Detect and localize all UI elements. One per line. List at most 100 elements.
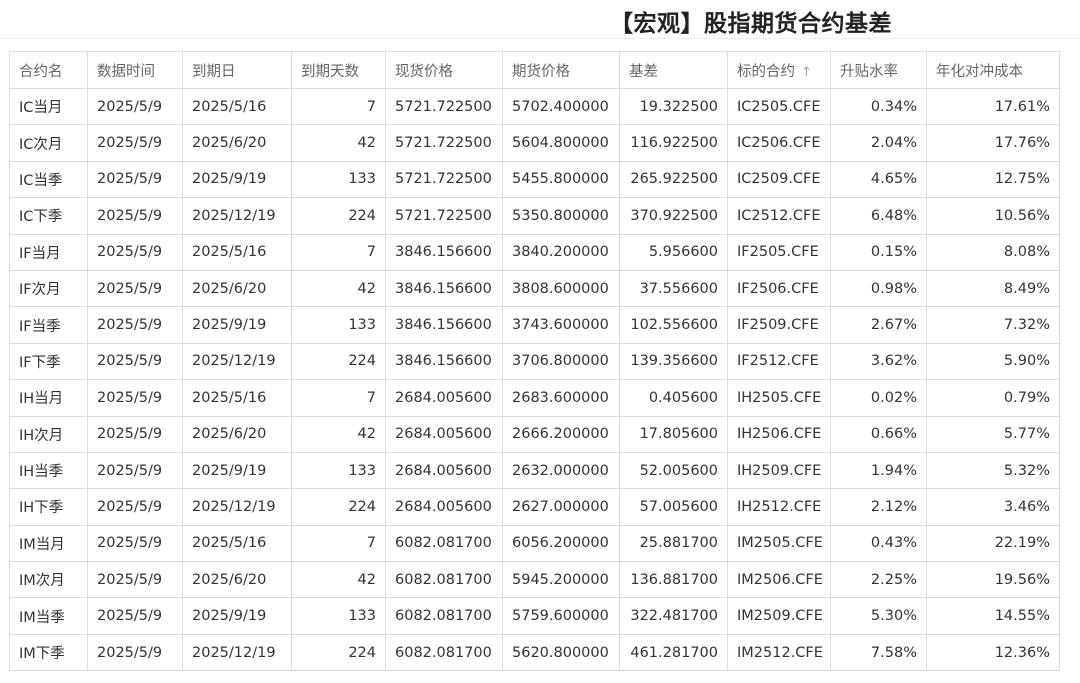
title-divider: [0, 38, 1080, 39]
column-header-days[interactable]: 到期天数: [291, 51, 386, 89]
column-header-date[interactable]: 数据时间: [87, 51, 183, 89]
table-row[interactable]: IM当月 2025/5/9 2025/5/16 7 6082.081700 6056.20…: [9, 524, 1060, 563]
column-header-label: 合约名: [19, 63, 63, 80]
cell-rate: 7.58%: [830, 633, 927, 672]
table-row[interactable]: IF当季 2025/5/9 2025/9/19 133 3846.156600 3743.…: [9, 306, 1060, 344]
cell-name: IM当季: [9, 597, 88, 635]
cell-rate: 0.66%: [830, 415, 927, 453]
column-header-code[interactable]: 标的合约 ↑: [727, 51, 831, 89]
cell-expiry: 2025/12/19: [182, 633, 292, 672]
column-header-label: 基差: [629, 63, 658, 80]
cell-days: 42: [291, 269, 386, 308]
cell-spot: 2684.005600: [385, 379, 503, 417]
cell-name: IM下季: [9, 633, 88, 672]
column-header-name[interactable]: 合约名: [9, 51, 88, 89]
cell-rate: 6.48%: [830, 197, 927, 235]
cell-cost: 5.77%: [926, 415, 1060, 453]
cell-code: IM2512.CFE: [727, 633, 831, 672]
table-row[interactable]: IF下季 2025/5/9 2025/12/19 224 3846.156600 3706…: [9, 342, 1060, 381]
column-header-label: 标的合约: [737, 63, 795, 80]
table-row[interactable]: IM当季 2025/5/9 2025/9/19 133 6082.081700 5759.…: [9, 597, 1060, 635]
arrow-up-icon[interactable]: ↑: [801, 65, 812, 80]
cell-name: IM当月: [9, 524, 88, 563]
cell-cost: 7.32%: [926, 306, 1060, 344]
table-row[interactable]: IF次月 2025/5/9 2025/6/20 42 3846.156600 3808.6…: [9, 269, 1060, 308]
table-row[interactable]: IC当季 2025/5/9 2025/9/19 133 5721.722500 5455.…: [9, 160, 1060, 199]
header-row: 合约名 数据时间 到期日 到期天数 现货价格 期货价格 基差 标的合约 ↑ 升贴水率 年化对冲成本: [9, 51, 1060, 89]
column-header-cost[interactable]: 年化对冲成本: [926, 51, 1060, 89]
cell-expiry: 2025/5/16: [182, 379, 292, 417]
cell-cost: 12.36%: [926, 633, 1060, 672]
table-row[interactable]: IC当月 2025/5/9 2025/5/16 7 5721.722500 5702.40…: [9, 87, 1060, 126]
cell-days: 42: [291, 415, 386, 453]
cell-cost: 22.19%: [926, 524, 1060, 563]
cell-spot: 5721.722500: [385, 87, 503, 126]
cell-rate: 3.62%: [830, 342, 927, 381]
cell-spot: 3846.156600: [385, 306, 503, 344]
cell-code: IF2505.CFE: [727, 233, 831, 271]
cell-days: 133: [291, 597, 386, 635]
cell-code: IC2505.CFE: [727, 87, 831, 126]
table-body: IC当月 2025/5/9 2025/5/16 7 5721.722500 5702.40…: [9, 87, 1060, 672]
column-header-spot[interactable]: 现货价格: [385, 51, 503, 89]
cell-code: IC2509.CFE: [727, 160, 831, 199]
cell-name: IF当季: [9, 306, 88, 344]
column-header-label: 期货价格: [512, 63, 570, 80]
cell-days: 224: [291, 488, 386, 526]
cell-code: IH2505.CFE: [727, 379, 831, 417]
basis-table: 合约名 数据时间 到期日 到期天数 现货价格 期货价格 基差 标的合约 ↑ 升贴水率 年化对冲成本 …: [9, 51, 1060, 672]
cell-basis: 37.556600: [619, 269, 728, 308]
cell-rate: 2.12%: [830, 488, 927, 526]
column-header-futures[interactable]: 期货价格: [502, 51, 620, 89]
table-row[interactable]: IH当月 2025/5/9 2025/5/16 7 2684.005600 2683.60…: [9, 379, 1060, 417]
cell-days: 224: [291, 633, 386, 672]
cell-rate: 0.15%: [830, 233, 927, 271]
cell-date: 2025/5/9: [87, 233, 183, 271]
cell-expiry: 2025/6/20: [182, 269, 292, 308]
table-row[interactable]: IM次月 2025/5/9 2025/6/20 42 6082.081700 5945.2…: [9, 561, 1060, 599]
cell-name: IC次月: [9, 124, 88, 162]
cell-code: IC2512.CFE: [727, 197, 831, 235]
cell-expiry: 2025/5/16: [182, 233, 292, 271]
cell-days: 7: [291, 87, 386, 126]
table-row[interactable]: IH当季 2025/5/9 2025/9/19 133 2684.005600 2632.…: [9, 451, 1060, 490]
column-header-expiry[interactable]: 到期日: [182, 51, 292, 89]
table-row[interactable]: IH次月 2025/5/9 2025/6/20 42 2684.005600 2666.2…: [9, 415, 1060, 453]
cell-basis: 139.356600: [619, 342, 728, 381]
table-row[interactable]: IC下季 2025/5/9 2025/12/19 224 5721.722500 5350…: [9, 197, 1060, 235]
cell-expiry: 2025/5/16: [182, 524, 292, 563]
column-header-label: 年化对冲成本: [936, 63, 1023, 80]
table-row[interactable]: IC次月 2025/5/9 2025/6/20 42 5721.722500 5604.8…: [9, 124, 1060, 162]
cell-spot: 6082.081700: [385, 633, 503, 672]
cell-code: IM2509.CFE: [727, 597, 831, 635]
cell-spot: 3846.156600: [385, 233, 503, 271]
column-header-label: 数据时间: [97, 63, 155, 80]
cell-cost: 5.32%: [926, 451, 1060, 490]
table-header: 合约名 数据时间 到期日 到期天数 现货价格 期货价格 基差 标的合约 ↑ 升贴水率 年化对冲成本: [9, 51, 1060, 89]
cell-cost: 14.55%: [926, 597, 1060, 635]
cell-code: IF2509.CFE: [727, 306, 831, 344]
cell-code: IH2506.CFE: [727, 415, 831, 453]
cell-futures: 6056.200000: [502, 524, 620, 563]
cell-spot: 6082.081700: [385, 597, 503, 635]
table-row[interactable]: IM下季 2025/5/9 2025/12/19 224 6082.081700 5620…: [9, 633, 1060, 672]
cell-name: IF次月: [9, 269, 88, 308]
cell-code: IH2512.CFE: [727, 488, 831, 526]
cell-futures: 5759.600000: [502, 597, 620, 635]
cell-date: 2025/5/9: [87, 524, 183, 563]
cell-date: 2025/5/9: [87, 451, 183, 490]
table-row[interactable]: IH下季 2025/5/9 2025/12/19 224 2684.005600 2627…: [9, 488, 1060, 526]
cell-expiry: 2025/6/20: [182, 415, 292, 453]
column-header-basis[interactable]: 基差: [619, 51, 728, 89]
cell-date: 2025/5/9: [87, 561, 183, 599]
column-header-label: 到期天数: [301, 63, 359, 80]
cell-name: IC当月: [9, 87, 88, 126]
cell-date: 2025/5/9: [87, 633, 183, 672]
cell-basis: 19.322500: [619, 87, 728, 126]
cell-futures: 2632.000000: [502, 451, 620, 490]
cell-date: 2025/5/9: [87, 342, 183, 381]
table-row[interactable]: IF当月 2025/5/9 2025/5/16 7 3846.156600 3840.20…: [9, 233, 1060, 271]
cell-days: 7: [291, 524, 386, 563]
cell-futures: 5350.800000: [502, 197, 620, 235]
column-header-rate[interactable]: 升贴水率: [830, 51, 927, 89]
